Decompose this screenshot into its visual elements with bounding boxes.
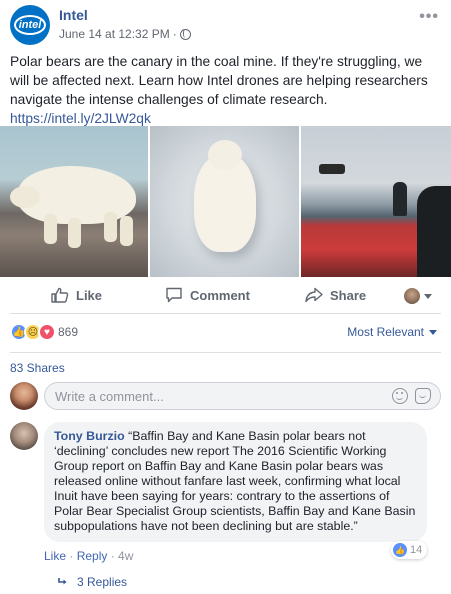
shares-count-link[interactable]: 83 Shares — [10, 361, 65, 375]
smiley-icon[interactable] — [392, 388, 408, 404]
separator: · — [66, 549, 77, 563]
commenter-name-link[interactable]: Tony Burzio — [54, 429, 125, 443]
comment-composer — [10, 382, 441, 410]
intel-logo-text: intel — [18, 19, 42, 31]
post-body: Polar bears are the canary in the coal m… — [10, 52, 442, 128]
speech-bubble-icon — [166, 287, 182, 303]
comment-like-count: 14 — [410, 544, 423, 556]
share-button[interactable]: Share — [305, 287, 366, 303]
share-arrow-icon — [305, 287, 323, 303]
view-replies-link[interactable]: 3 Replies — [58, 575, 127, 589]
comment-sort-dropdown[interactable]: Most Relevant — [347, 325, 437, 339]
bear-leg-shape — [120, 216, 133, 246]
photo-aerial-polar-bear[interactable] — [150, 126, 299, 277]
photo-walking-polar-bear[interactable] — [0, 126, 148, 277]
post-header: intel Intel June 14 at 12:32 PM · ••• — [0, 0, 451, 46]
drone-shape — [319, 164, 345, 174]
intel-page-avatar[interactable]: intel — [10, 5, 50, 45]
comment-age[interactable]: 4w — [118, 549, 133, 563]
photo-drone-on-ship[interactable] — [301, 126, 451, 277]
comment-reply-link[interactable]: Reply — [77, 549, 108, 563]
meta-separator: · — [172, 27, 177, 41]
replies-label: 3 Replies — [77, 575, 128, 589]
comment-text: “Baffin Bay and Kane Basin polar bears n… — [54, 429, 416, 533]
reaction-icons[interactable]: 👍 ☹ ♥ — [10, 323, 56, 341]
sticker-icon[interactable] — [415, 388, 431, 404]
divider — [10, 313, 441, 314]
like-label: Like — [76, 287, 103, 303]
love-reaction-icon: ♥ — [38, 323, 56, 341]
reactions-row: 👍 ☹ ♥ 869 Most Relevant — [0, 320, 451, 344]
bear-leg-shape — [44, 214, 57, 244]
bear-leg-shape — [68, 218, 81, 248]
avatar — [404, 288, 420, 304]
comment-label: Comment — [190, 287, 250, 303]
comment-actions: Like · Reply · 4w — [44, 549, 133, 563]
more-options-icon[interactable]: ••• — [419, 8, 439, 26]
reaction-count[interactable]: 869 — [58, 325, 78, 339]
comment-bubble: Tony Burzio “Baffin Bay and Kane Basin p… — [44, 422, 427, 542]
page-name-link[interactable]: Intel — [59, 7, 88, 23]
photo-grid — [0, 126, 451, 277]
chevron-down-icon — [429, 329, 437, 335]
researcher-shape — [393, 182, 407, 216]
aerial-bear-head-shape — [208, 140, 242, 170]
post-action-bar: Like Comment Share — [0, 283, 451, 311]
avatar — [10, 382, 38, 410]
comment-like-link[interactable]: Like — [44, 549, 66, 563]
bear-leg-shape — [104, 212, 117, 242]
comment-button[interactable]: Comment — [165, 287, 250, 303]
like-reaction-icon: 👍 — [393, 543, 407, 557]
post-as-selector[interactable] — [404, 288, 432, 304]
post-meta: June 14 at 12:32 PM · — [59, 27, 191, 41]
divider — [10, 352, 441, 353]
reply-arrow-icon — [58, 578, 67, 585]
thumbs-up-icon — [51, 287, 69, 303]
like-button[interactable]: Like — [51, 287, 102, 303]
separator: · — [107, 549, 119, 563]
post-timestamp[interactable]: June 14 at 12:32 PM — [59, 27, 170, 41]
avatar[interactable] — [10, 422, 38, 450]
foreground-shadow-shape — [417, 186, 451, 277]
comment-reaction-badge[interactable]: 👍 14 — [391, 541, 428, 559]
globe-icon[interactable] — [179, 28, 191, 40]
post-message: Polar bears are the canary in the coal m… — [10, 54, 428, 107]
bear-head-shape — [10, 186, 40, 208]
comment-input[interactable] — [44, 382, 441, 410]
comment-sort-label: Most Relevant — [347, 325, 424, 339]
chevron-down-icon — [424, 293, 432, 299]
share-label: Share — [330, 287, 367, 303]
